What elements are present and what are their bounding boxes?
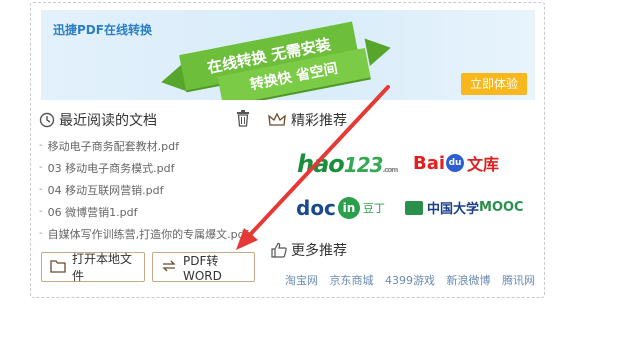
open-local-file-label: 打开本地文件 (72, 252, 133, 283)
open-local-file-button[interactable]: 打开本地文件 (41, 252, 145, 283)
more-recommend-heading: 更多推荐 (271, 240, 347, 260)
china-mooc-logo[interactable]: 中国大学 MOOC (405, 198, 524, 217)
recommend-heading: 精彩推荐 (268, 110, 347, 130)
link-taobao[interactable]: 淘宝网 (285, 274, 318, 287)
recent-docs-heading: 最近阅读的文档 (39, 110, 157, 130)
mooc-icon (405, 200, 423, 215)
recommend-title: 精彩推荐 (291, 113, 347, 129)
list-item[interactable]: 自媒体写作训练营,打造你的专属爆文.pdf (39, 224, 269, 246)
list-item[interactable]: 移动电子商务配套教材.pdf (39, 136, 269, 158)
trash-icon[interactable] (235, 109, 251, 127)
hao123-logo[interactable]: hao123.com (297, 150, 398, 178)
baidu-wenku-logo[interactable]: Bai du 文库 (413, 151, 499, 175)
recent-docs-title: 最近阅读的文档 (59, 113, 157, 129)
more-recommend-title: 更多推荐 (291, 243, 347, 259)
list-item[interactable]: 03 移动电子商务模式.pdf (39, 158, 269, 180)
link-weibo[interactable]: 新浪微博 (447, 274, 491, 287)
banner-title: 迅捷PDF在线转换 (53, 23, 152, 37)
pdf-to-word-button[interactable]: PDF转WORD (152, 252, 255, 283)
link-qq[interactable]: 腾讯网 (502, 274, 535, 287)
more-links: 淘宝网 京东商城 4399游戏 新浪微博 腾讯网 (285, 272, 543, 288)
crown-icon (268, 112, 286, 128)
list-item[interactable]: 06 微博营销1.pdf (39, 202, 269, 224)
link-jd[interactable]: 京东商城 (330, 274, 374, 287)
convert-icon (161, 259, 183, 276)
docin-logo[interactable]: doc in 豆丁 (296, 196, 385, 220)
thumbs-up-icon (271, 242, 287, 258)
promo-banner[interactable]: 迅捷PDF在线转换 在线转换 无需安装 转换快 省空间 立即体验 (41, 10, 535, 100)
link-4399[interactable]: 4399游戏 (385, 274, 435, 287)
try-now-button[interactable]: 立即体验 (461, 73, 527, 95)
ribbon-tail-right (364, 33, 394, 67)
recent-docs-list: 移动电子商务配套教材.pdf 03 移动电子商务模式.pdf 04 移动互联网营… (39, 136, 269, 246)
folder-icon (50, 259, 72, 276)
pdf-to-word-label: PDF转WORD (183, 253, 222, 283)
baidu-paw-icon: du (446, 154, 465, 172)
clock-icon (39, 112, 55, 128)
list-item[interactable]: 04 移动互联网营销.pdf (39, 180, 269, 202)
